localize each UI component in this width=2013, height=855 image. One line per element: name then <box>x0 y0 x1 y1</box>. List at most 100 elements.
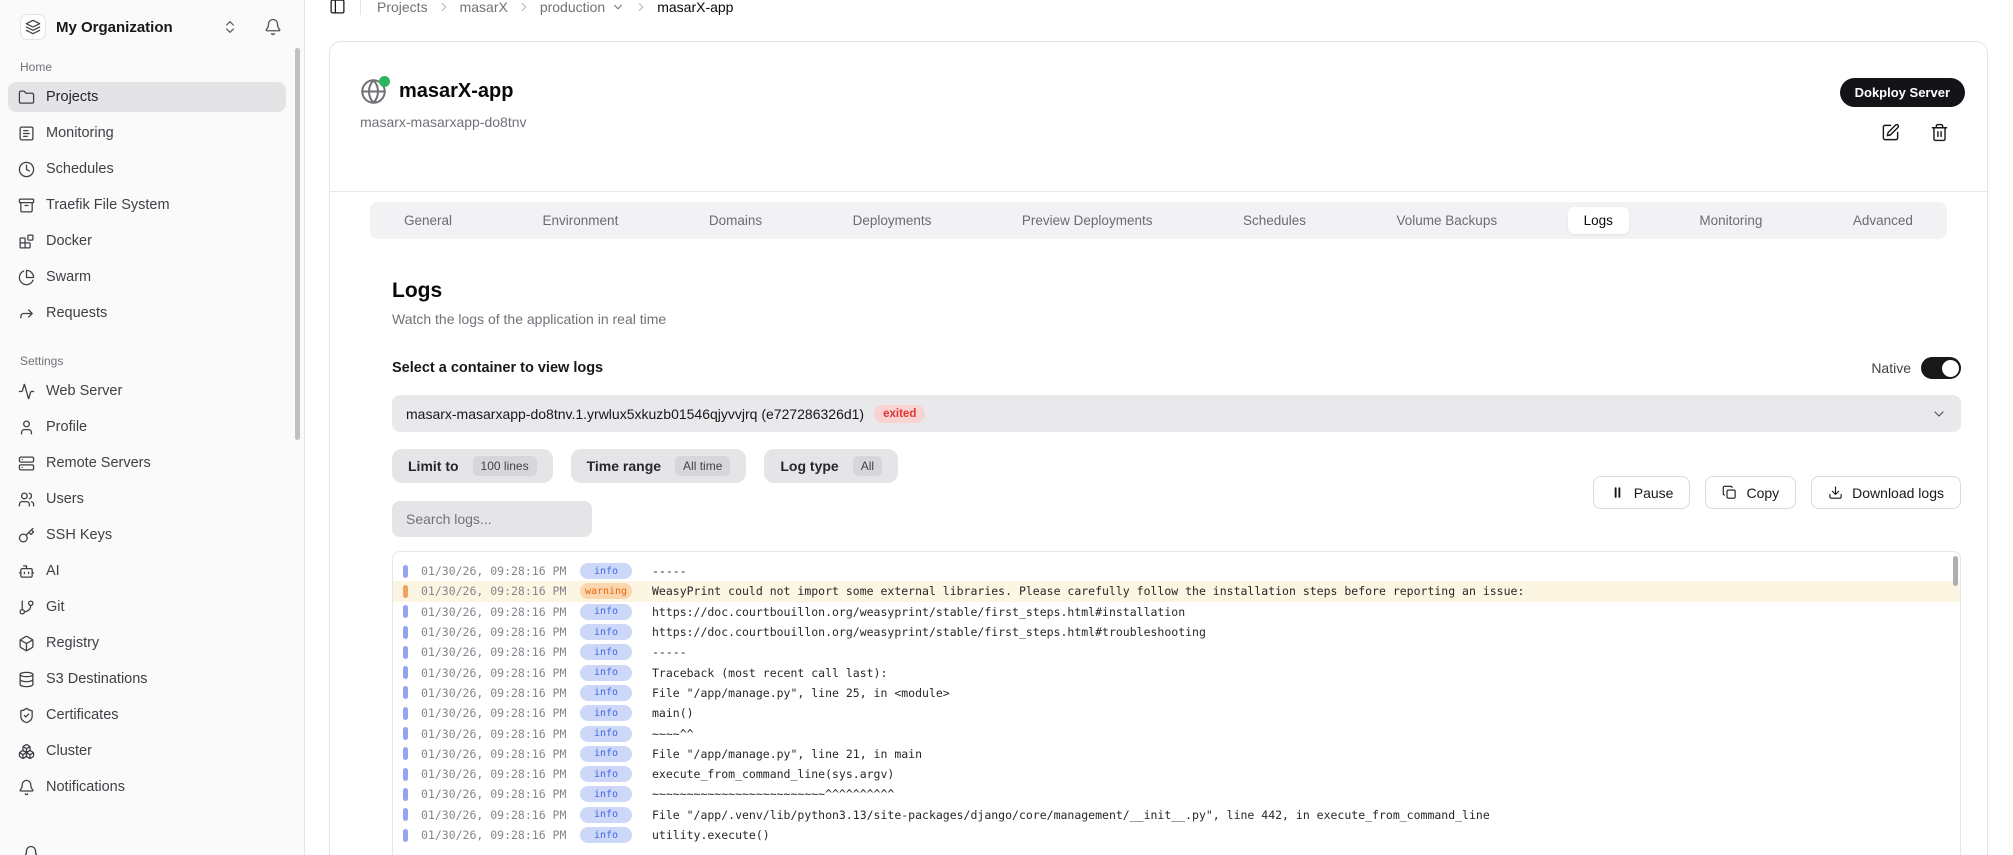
breadcrumb-item-masarx[interactable]: masarX <box>460 0 508 15</box>
log-level-bar <box>403 585 408 598</box>
sidebar-item-requests[interactable]: Requests <box>8 298 286 328</box>
container-select[interactable]: masarx-masarxapp-do8tnv.1.yrwlux5xkuzb01… <box>392 395 1961 432</box>
forward-icon <box>18 305 35 322</box>
breadcrumb-dropdown[interactable] <box>611 0 625 14</box>
sidebar-item-label: Projects <box>46 89 98 105</box>
sidebar-item-label: Notifications <box>46 779 125 795</box>
log-level-badge: info <box>580 604 632 620</box>
search-logs-input[interactable] <box>392 501 592 537</box>
tab-logs[interactable]: Logs <box>1568 207 1629 234</box>
sidebar-item-registry[interactable]: Registry <box>8 628 286 658</box>
log-level-badge: info <box>580 726 632 742</box>
log-timestamp: 01/30/26, 09:28:16 PM <box>421 584 571 598</box>
key-icon <box>18 527 35 544</box>
log-panel: 01/30/26, 09:28:16 PMinfo-----01/30/26, … <box>392 551 1961 855</box>
database-icon <box>18 671 35 688</box>
bot-icon <box>18 563 35 580</box>
breadcrumb-item-masarx-app[interactable]: masarX-app <box>657 0 733 15</box>
pause-button[interactable]: Pause <box>1593 476 1691 509</box>
tab-environment[interactable]: Environment <box>523 207 639 234</box>
filter-value: 100 lines <box>473 456 537 476</box>
sidebar-item-web-server[interactable]: Web Server <box>8 376 286 406</box>
breadcrumb-item-production[interactable]: production <box>540 0 605 15</box>
log-level-badge: info <box>580 665 632 681</box>
org-expand-button[interactable] <box>222 19 238 35</box>
edit-app-button[interactable] <box>1881 123 1900 142</box>
log-row: 01/30/26, 09:28:16 PMinfoFile "/app/.ven… <box>393 805 1960 825</box>
delete-app-button[interactable] <box>1930 123 1949 142</box>
sidebar-item-projects[interactable]: Projects <box>8 82 286 112</box>
sidebar-item-s3-destinations[interactable]: S3 Destinations <box>8 664 286 694</box>
package-icon <box>18 635 35 652</box>
sidebar-item-certificates[interactable]: Certificates <box>8 700 286 730</box>
log-message: File "/app/.venv/lib/python3.13/site-pac… <box>652 808 1490 822</box>
sidebar-item-schedules[interactable]: Schedules <box>8 154 286 184</box>
notifications-bell-button[interactable] <box>264 18 282 36</box>
logs-title: Logs <box>392 279 1961 303</box>
app-subtitle: masarx-masarxapp-do8tnv <box>360 114 527 130</box>
log-message: ~~~~^^ <box>652 727 694 741</box>
log-message: execute_from_command_line(sys.argv) <box>652 767 894 781</box>
tab-preview-deployments[interactable]: Preview Deployments <box>1002 207 1173 234</box>
log-scrollbar[interactable] <box>1953 556 1958 586</box>
native-toggle[interactable] <box>1921 357 1961 379</box>
tab-advanced[interactable]: Advanced <box>1833 207 1933 234</box>
sidebar-item-monitoring[interactable]: Monitoring <box>8 118 286 148</box>
sidebar-item-docker[interactable]: Docker <box>8 226 286 256</box>
org-switcher[interactable]: My Organization <box>8 0 286 44</box>
filter-time-range[interactable]: Time range All time <box>571 449 747 483</box>
app-card: masarX-app masarx-masarxapp-do8tnv Dokpl… <box>329 41 1988 855</box>
filter-label: Time range <box>587 458 661 474</box>
log-timestamp: 01/30/26, 09:28:16 PM <box>421 564 571 578</box>
sidebar-item-label: SSH Keys <box>46 527 112 543</box>
sidebar-item-remote-servers[interactable]: Remote Servers <box>8 448 286 478</box>
sidebar-scrollbar[interactable] <box>295 48 300 440</box>
log-message: https://doc.courtbouillon.org/weasyprint… <box>652 625 1206 639</box>
sidebar-item-cluster[interactable]: Cluster <box>8 736 286 766</box>
sidebar-item-git[interactable]: Git <box>8 592 286 622</box>
activity-icon <box>18 383 35 400</box>
sidebar-item-notifications[interactable]: Notifications <box>8 772 286 802</box>
sidebar-footer-icon <box>22 845 40 855</box>
log-row: 01/30/26, 09:28:16 PMinfo~~~~~~~~~~~~~~~… <box>393 784 1960 804</box>
filter-limit-to[interactable]: Limit to100 lines <box>392 449 553 483</box>
tab-deployments[interactable]: Deployments <box>833 207 952 234</box>
copy-button[interactable]: Copy <box>1705 476 1796 509</box>
log-level-badge: info <box>580 827 632 843</box>
log-timestamp: 01/30/26, 09:28:16 PM <box>421 787 571 801</box>
chevrons-up-down-icon <box>222 19 238 35</box>
filter-value: All time <box>675 456 730 476</box>
tab-volume-backups[interactable]: Volume Backups <box>1377 207 1518 234</box>
sidebar-item-ai[interactable]: AI <box>8 556 286 586</box>
log-level-badge: info <box>580 786 632 802</box>
sidebar-item-profile[interactable]: Profile <box>8 412 286 442</box>
sidebar-nav: HomeProjectsMonitoringSchedulesTraefik F… <box>8 60 286 802</box>
org-name: My Organization <box>56 19 222 36</box>
sidebar-item-users[interactable]: Users <box>8 484 286 514</box>
sidebar-toggle-button[interactable] <box>329 0 346 15</box>
sidebar-item-label: Git <box>46 599 65 615</box>
tab-monitoring[interactable]: Monitoring <box>1679 207 1782 234</box>
tab-general[interactable]: General <box>384 207 472 234</box>
log-row: 01/30/26, 09:28:16 PMinfoexecute_from_co… <box>393 764 1960 784</box>
filter-log-type[interactable]: Log typeAll <box>764 449 898 483</box>
download-icon <box>1828 485 1843 500</box>
tab-schedules[interactable]: Schedules <box>1223 207 1326 234</box>
tab-domains[interactable]: Domains <box>689 207 782 234</box>
sidebar-item-ssh-keys[interactable]: SSH Keys <box>8 520 286 550</box>
sidebar-item-label: Users <box>46 491 84 507</box>
sidebar-item-swarm[interactable]: Swarm <box>8 262 286 292</box>
sidebar-item-label: Schedules <box>46 161 114 177</box>
log-row: 01/30/26, 09:28:16 PMinfomain() <box>393 703 1960 723</box>
log-timestamp: 01/30/26, 09:28:16 PM <box>421 727 571 741</box>
log-message: main() <box>652 706 694 720</box>
download-logs-button[interactable]: Download logs <box>1811 476 1961 509</box>
breadcrumb-item-projects[interactable]: Projects <box>377 0 428 15</box>
log-actions: Pause Copy Download logs <box>1593 476 1961 509</box>
sidebar-item-traefik-file-system[interactable]: Traefik File System <box>8 190 286 220</box>
copy-icon <box>1722 485 1737 500</box>
log-row: 01/30/26, 09:28:16 PMinfoTraceback (most… <box>393 662 1960 682</box>
chevron-right-icon <box>437 0 451 14</box>
log-level-badge: info <box>580 705 632 721</box>
logs-section: Logs Watch the logs of the application i… <box>330 239 1987 855</box>
